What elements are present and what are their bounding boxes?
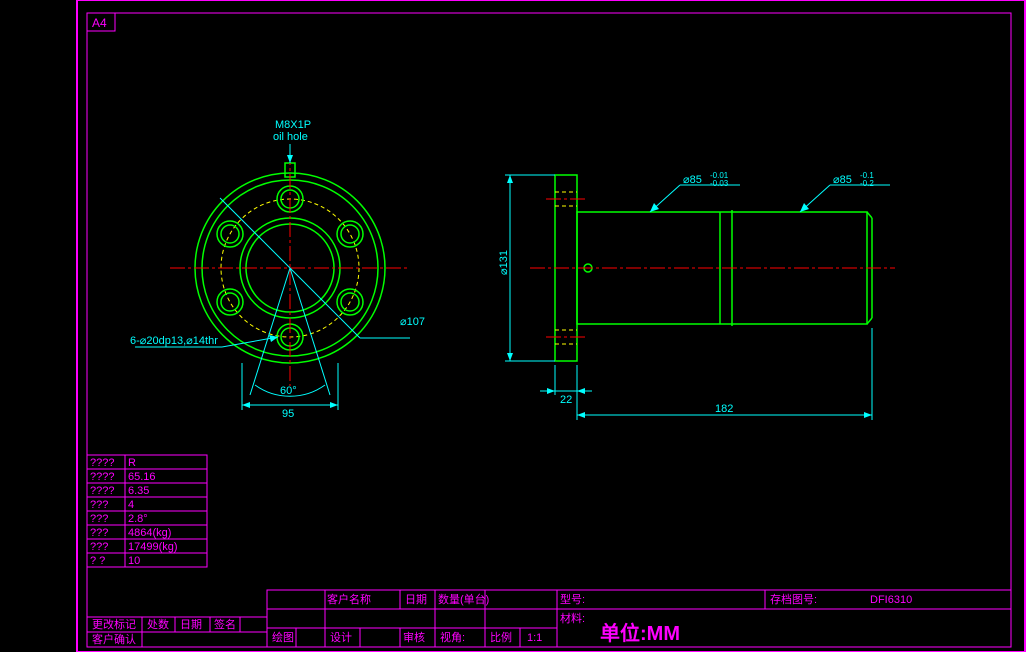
svg-text:10: 10 [128, 555, 140, 567]
svg-text:4: 4 [128, 499, 134, 511]
dim-85a: ⌀85 [683, 174, 702, 186]
dim-182: 182 [715, 403, 733, 415]
svg-text:6.35: 6.35 [128, 485, 149, 497]
svg-text:更改标记: 更改标记 [92, 617, 136, 631]
svg-text:? ?: ? ? [90, 555, 105, 567]
svg-text:日期: 日期 [180, 618, 202, 631]
svg-text:1:1: 1:1 [527, 632, 542, 644]
svg-text:材料:: 材料: [560, 611, 585, 625]
svg-text:数量(单台): 数量(单台) [438, 592, 489, 606]
outer-border [77, 0, 1025, 652]
svg-text:65.16: 65.16 [128, 471, 156, 483]
svg-text:客户确认: 客户确认 [92, 632, 136, 646]
side-view [530, 175, 895, 361]
svg-text:17499(kg): 17499(kg) [128, 541, 178, 553]
svg-text:???: ??? [90, 541, 108, 553]
svg-text:4864(kg): 4864(kg) [128, 527, 171, 539]
svg-text:???: ??? [90, 513, 108, 525]
tol-85a-low: -0.03 [710, 179, 729, 188]
dim-107: ⌀107 [400, 316, 425, 328]
dim-85b: ⌀85 [833, 174, 852, 186]
svg-text:审核: 审核 [403, 630, 425, 644]
sheet-label: A4 [92, 16, 107, 30]
svg-text:视角:: 视角: [440, 630, 465, 644]
note-m8: M8X1P [275, 119, 311, 131]
svg-text:型号:: 型号: [560, 592, 585, 606]
svg-text:签名: 签名 [214, 617, 236, 631]
svg-text:单位:MM: 单位:MM [600, 621, 680, 645]
svg-text:绘图: 绘图 [272, 630, 294, 644]
hole-spec: 6-⌀20dp13,⌀14thr [130, 335, 218, 347]
dim-131: ⌀131 [498, 250, 510, 275]
svg-text:DFI6310: DFI6310 [870, 594, 912, 606]
change-block: 更改标记 处数 日期 签名 客户确认 [87, 617, 267, 647]
svg-text:比例: 比例 [490, 630, 512, 644]
svg-text:????: ???? [90, 485, 114, 497]
svg-text:存档图号:: 存档图号: [770, 592, 817, 606]
tol-85b-low: -0.2 [860, 179, 874, 188]
dim-22: 22 [560, 394, 572, 406]
svg-text:日期: 日期 [405, 593, 427, 606]
svg-text:2.8°: 2.8° [128, 513, 148, 525]
data-table: ????R ????65.16 ????6.35 ??? 4 ??? 2.8° … [87, 455, 207, 567]
dim-95: 95 [282, 408, 294, 420]
svg-text:???: ??? [90, 527, 108, 539]
svg-text:R: R [128, 457, 136, 469]
svg-text:???: ??? [90, 499, 108, 511]
svg-text:????: ???? [90, 457, 114, 469]
dim-60deg: 60° [280, 385, 297, 397]
svg-text:处数: 处数 [147, 618, 169, 631]
title-block: 客户名称 日期 数量(单台) 型号: 存档图号: DFI6310 材料: 绘图 … [267, 590, 1011, 647]
svg-text:客户名称: 客户名称 [327, 592, 371, 606]
note-oil: oil hole [273, 131, 308, 143]
svg-text:设计: 设计 [330, 631, 352, 644]
svg-text:????: ???? [90, 471, 114, 483]
